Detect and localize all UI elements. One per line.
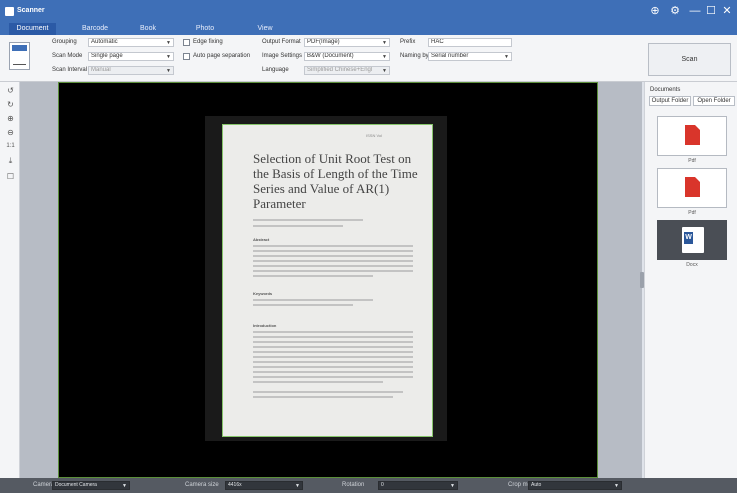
text-line [253, 341, 413, 343]
text-line [253, 275, 373, 277]
output-folder-button[interactable]: Output Folder [649, 96, 691, 106]
file-thumbnail-selected[interactable]: W [657, 220, 727, 260]
output-format-select[interactable]: PDF(Image) ▼ [304, 38, 390, 47]
file-label: Pdf [688, 210, 696, 216]
text-line [253, 381, 383, 383]
text-line [253, 361, 413, 363]
status-bar: Camera Document Camera ▼ Camera size 4416… [0, 478, 737, 493]
tab-view[interactable]: View [250, 23, 280, 35]
affiliation-line [253, 225, 343, 227]
text-line [253, 336, 413, 338]
text-line [253, 391, 403, 393]
rotation-label: Rotation [342, 482, 365, 488]
minimize-button[interactable]: — [688, 4, 702, 18]
close-button[interactable]: ✕ [720, 4, 734, 18]
settings-icon[interactable]: ⚙ [668, 4, 682, 18]
tab-bar: Document Barcode Book Photo View [0, 23, 737, 35]
abstract-heading: Abstract [253, 237, 270, 242]
author-line [253, 219, 363, 221]
rotate-left-icon[interactable]: ↺ [5, 85, 16, 96]
scan-interval-select[interactable]: Manual ▼ [88, 66, 174, 75]
globe-icon[interactable]: ⊕ [648, 4, 662, 18]
file-thumbnail[interactable] [657, 168, 727, 208]
resolution-label: Camera size [185, 482, 219, 488]
text-line [253, 299, 373, 301]
naming-label: Naming by [400, 53, 429, 59]
rotation-select[interactable]: 0 ▼ [378, 481, 458, 490]
text-line [253, 265, 413, 267]
text-line [253, 255, 413, 257]
prefix-input[interactable]: HAC [428, 38, 512, 47]
actual-size-icon[interactable]: 1:1 [5, 141, 16, 152]
crop-icon[interactable]: ☐ [5, 171, 16, 182]
zoom-out-icon[interactable]: ⊖ [5, 127, 16, 138]
scan-button[interactable]: Scan [648, 43, 731, 76]
preview-margin-right [598, 82, 642, 478]
page-title: Selection of Unit Root Test on the Basis… [253, 151, 418, 211]
edge-fixing-label: Edge fixing [193, 39, 223, 45]
language-select[interactable]: Simplified Chinese+Engl ▼ [304, 66, 390, 75]
language-label: Language [262, 67, 289, 73]
text-line [253, 260, 413, 262]
text-line [253, 304, 353, 306]
zoom-in-icon[interactable]: ⊕ [5, 113, 16, 124]
text-line [253, 351, 413, 353]
download-icon[interactable]: ⤓ [5, 155, 16, 166]
text-line [253, 245, 413, 247]
text-line [253, 346, 413, 348]
text-line [253, 250, 413, 252]
text-line [253, 331, 413, 333]
open-folder-button[interactable]: Open Folder [693, 96, 735, 106]
maximize-button[interactable]: ☐ [704, 4, 718, 18]
intro-heading: Introduction [253, 323, 277, 328]
toolbar: Grouping Automatic ▼ Scan Mode Single pag… [0, 35, 737, 82]
tab-document[interactable]: Document [9, 23, 56, 35]
prefix-label: Prefix [400, 39, 416, 45]
documents-panel: Documents Output Folder Open Folder Pdf … [644, 82, 737, 478]
text-line [253, 376, 413, 378]
word-icon: W [682, 227, 704, 253]
edge-fixing-checkbox[interactable] [183, 39, 190, 46]
file-thumbnail[interactable] [657, 116, 727, 156]
scan-mode-label: Scan Mode [52, 53, 83, 59]
rotate-right-icon[interactable]: ↻ [5, 99, 16, 110]
image-settings-select[interactable]: B&W (Document) ▼ [304, 52, 390, 61]
preview-margin-left [20, 82, 58, 478]
document-mode-icon[interactable] [9, 42, 30, 70]
grouping-select[interactable]: Automatic ▼ [88, 38, 174, 47]
text-line [253, 371, 413, 373]
document-page: ISSN Vol Selection of Unit Root Test on … [222, 124, 433, 437]
keywords-heading: Keywords [253, 291, 273, 296]
scan-mode-select[interactable]: Single page ▼ [88, 52, 174, 61]
text-line [253, 366, 413, 368]
app-logo-icon [5, 7, 14, 16]
tab-barcode[interactable]: Barcode [75, 23, 115, 35]
text-line [253, 270, 413, 272]
resolution-select[interactable]: 4416x ▼ [225, 481, 303, 490]
panel-title: Documents [650, 87, 681, 93]
naming-select[interactable]: Serial number ▼ [428, 52, 512, 61]
camera-select[interactable]: Document Camera ▼ [52, 481, 130, 490]
tab-photo[interactable]: Photo [185, 23, 225, 35]
output-format-label: Output Format [262, 39, 301, 45]
tab-book[interactable]: Book [133, 23, 163, 35]
scan-interval-label: Scan Interval [52, 67, 88, 73]
app-title: Scanner [17, 7, 45, 14]
crop-select[interactable]: Auto ▼ [528, 481, 622, 490]
pdf-icon [685, 125, 700, 145]
left-toolbar: ↺ ↻ ⊕ ⊖ 1:1 ⤓ ☐ [0, 82, 20, 478]
text-line [253, 396, 393, 398]
auto-page-checkbox[interactable] [183, 53, 190, 60]
file-label: Docx [686, 262, 698, 268]
pdf-icon [685, 177, 700, 197]
title-bar: Scanner ⊕ ⚙ — ☐ ✕ [0, 0, 737, 23]
text-line [253, 356, 413, 358]
page-header: ISSN Vol [366, 133, 383, 138]
grouping-label: Grouping [52, 39, 77, 45]
image-settings-label: Image Settings [262, 53, 303, 59]
auto-page-label: Auto page separation [193, 53, 251, 59]
file-label: Pdf [688, 158, 696, 164]
